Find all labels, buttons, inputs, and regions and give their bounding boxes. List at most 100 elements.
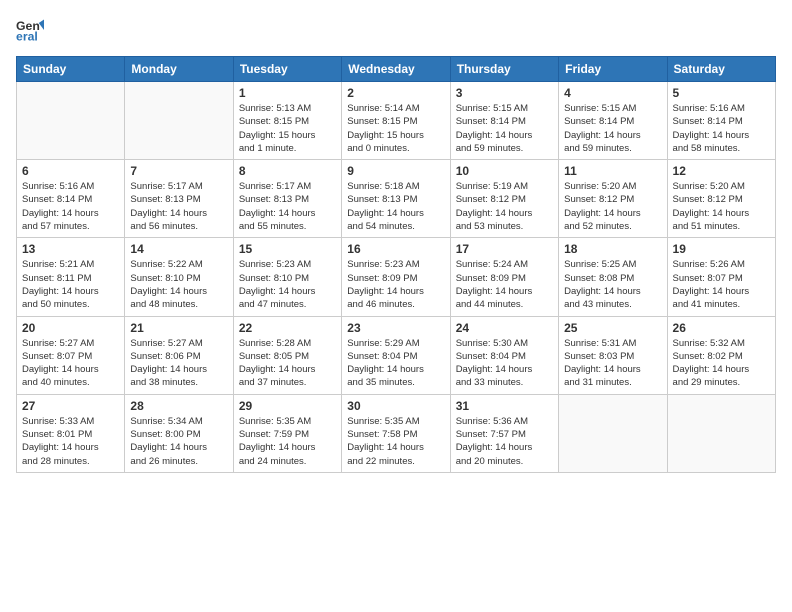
day-of-week-header: Saturday	[667, 57, 775, 82]
day-number: 28	[130, 399, 227, 413]
day-info: Sunrise: 5:18 AM Sunset: 8:13 PM Dayligh…	[347, 180, 444, 233]
day-info: Sunrise: 5:26 AM Sunset: 8:07 PM Dayligh…	[673, 258, 770, 311]
day-number: 9	[347, 164, 444, 178]
calendar-day-cell: 9 Sunrise: 5:18 AM Sunset: 8:13 PM Daylig…	[342, 160, 450, 238]
day-info: Sunrise: 5:15 AM Sunset: 8:14 PM Dayligh…	[564, 102, 661, 155]
day-info: Sunrise: 5:35 AM Sunset: 7:58 PM Dayligh…	[347, 415, 444, 468]
day-number: 29	[239, 399, 336, 413]
day-number: 5	[673, 86, 770, 100]
calendar-day-cell: 21 Sunrise: 5:27 AM Sunset: 8:06 PM Dayli…	[125, 316, 233, 394]
logo: Gen eral	[16, 16, 48, 44]
day-number: 19	[673, 242, 770, 256]
day-number: 17	[456, 242, 553, 256]
calendar-day-cell: 2Sunrise: 5:14 AM Sunset: 8:15 PM Daylig…	[342, 82, 450, 160]
day-info: Sunrise: 5:33 AM Sunset: 8:01 PM Dayligh…	[22, 415, 119, 468]
calendar-day-cell: 5 Sunrise: 5:16 AM Sunset: 8:14 PM Daylig…	[667, 82, 775, 160]
day-info: Sunrise: 5:24 AM Sunset: 8:09 PM Dayligh…	[456, 258, 553, 311]
day-info: Sunrise: 5:16 AM Sunset: 8:14 PM Dayligh…	[673, 102, 770, 155]
day-number: 14	[130, 242, 227, 256]
day-of-week-header: Thursday	[450, 57, 558, 82]
day-info: Sunrise: 5:34 AM Sunset: 8:00 PM Dayligh…	[130, 415, 227, 468]
calendar-day-cell: 22 Sunrise: 5:28 AM Sunset: 8:05 PM Dayli…	[233, 316, 341, 394]
calendar-day-cell: 27Sunrise: 5:33 AM Sunset: 8:01 PM Dayli…	[17, 394, 125, 472]
calendar-day-cell: 8 Sunrise: 5:17 AM Sunset: 8:13 PM Daylig…	[233, 160, 341, 238]
day-number: 16	[347, 242, 444, 256]
day-number: 12	[673, 164, 770, 178]
calendar-week-row: 27Sunrise: 5:33 AM Sunset: 8:01 PM Dayli…	[17, 394, 776, 472]
day-number: 20	[22, 321, 119, 335]
day-info: Sunrise: 5:17 AM Sunset: 8:13 PM Dayligh…	[130, 180, 227, 233]
day-info: Sunrise: 5:17 AM Sunset: 8:13 PM Dayligh…	[239, 180, 336, 233]
calendar-day-cell: 31 Sunrise: 5:36 AM Sunset: 7:57 PM Dayli…	[450, 394, 558, 472]
day-number: 13	[22, 242, 119, 256]
calendar-table: SundayMondayTuesdayWednesdayThursdayFrid…	[16, 56, 776, 473]
calendar-week-row: 20 Sunrise: 5:27 AM Sunset: 8:07 PM Dayli…	[17, 316, 776, 394]
day-info: Sunrise: 5:14 AM Sunset: 8:15 PM Dayligh…	[347, 102, 444, 155]
day-number: 3	[456, 86, 553, 100]
calendar-header-row: SundayMondayTuesdayWednesdayThursdayFrid…	[17, 57, 776, 82]
day-of-week-header: Friday	[559, 57, 667, 82]
day-number: 8	[239, 164, 336, 178]
day-info: Sunrise: 5:20 AM Sunset: 8:12 PM Dayligh…	[673, 180, 770, 233]
calendar-day-cell	[559, 394, 667, 472]
day-info: Sunrise: 5:28 AM Sunset: 8:05 PM Dayligh…	[239, 337, 336, 390]
day-number: 18	[564, 242, 661, 256]
day-number: 26	[673, 321, 770, 335]
calendar-day-cell: 17 Sunrise: 5:24 AM Sunset: 8:09 PM Dayli…	[450, 238, 558, 316]
day-number: 24	[456, 321, 553, 335]
calendar-day-cell: 24 Sunrise: 5:30 AM Sunset: 8:04 PM Dayli…	[450, 316, 558, 394]
day-number: 1	[239, 86, 336, 100]
calendar-week-row: 1 Sunrise: 5:13 AM Sunset: 8:15 PM Daylig…	[17, 82, 776, 160]
day-info: Sunrise: 5:30 AM Sunset: 8:04 PM Dayligh…	[456, 337, 553, 390]
calendar-day-cell: 25Sunrise: 5:31 AM Sunset: 8:03 PM Dayli…	[559, 316, 667, 394]
calendar-day-cell: 7 Sunrise: 5:17 AM Sunset: 8:13 PM Daylig…	[125, 160, 233, 238]
calendar-day-cell: 23Sunrise: 5:29 AM Sunset: 8:04 PM Dayli…	[342, 316, 450, 394]
day-info: Sunrise: 5:16 AM Sunset: 8:14 PM Dayligh…	[22, 180, 119, 233]
calendar-day-cell: 4 Sunrise: 5:15 AM Sunset: 8:14 PM Daylig…	[559, 82, 667, 160]
day-info: Sunrise: 5:29 AM Sunset: 8:04 PM Dayligh…	[347, 337, 444, 390]
day-of-week-header: Wednesday	[342, 57, 450, 82]
day-number: 7	[130, 164, 227, 178]
calendar-day-cell: 14 Sunrise: 5:22 AM Sunset: 8:10 PM Dayli…	[125, 238, 233, 316]
day-info: Sunrise: 5:27 AM Sunset: 8:06 PM Dayligh…	[130, 337, 227, 390]
day-info: Sunrise: 5:32 AM Sunset: 8:02 PM Dayligh…	[673, 337, 770, 390]
calendar-day-cell: 1 Sunrise: 5:13 AM Sunset: 8:15 PM Daylig…	[233, 82, 341, 160]
calendar-day-cell: 3 Sunrise: 5:15 AM Sunset: 8:14 PM Daylig…	[450, 82, 558, 160]
svg-text:eral: eral	[16, 30, 38, 44]
calendar-day-cell: 13Sunrise: 5:21 AM Sunset: 8:11 PM Dayli…	[17, 238, 125, 316]
calendar-day-cell: 29 Sunrise: 5:35 AM Sunset: 7:59 PM Dayli…	[233, 394, 341, 472]
calendar-day-cell: 15Sunrise: 5:23 AM Sunset: 8:10 PM Dayli…	[233, 238, 341, 316]
day-number: 10	[456, 164, 553, 178]
calendar-day-cell: 10 Sunrise: 5:19 AM Sunset: 8:12 PM Dayli…	[450, 160, 558, 238]
day-number: 31	[456, 399, 553, 413]
day-info: Sunrise: 5:36 AM Sunset: 7:57 PM Dayligh…	[456, 415, 553, 468]
calendar-day-cell: 26 Sunrise: 5:32 AM Sunset: 8:02 PM Dayli…	[667, 316, 775, 394]
day-info: Sunrise: 5:23 AM Sunset: 8:10 PM Dayligh…	[239, 258, 336, 311]
day-info: Sunrise: 5:13 AM Sunset: 8:15 PM Dayligh…	[239, 102, 336, 155]
logo-icon: Gen eral	[16, 16, 44, 44]
day-of-week-header: Sunday	[17, 57, 125, 82]
calendar-day-cell	[667, 394, 775, 472]
calendar-day-cell: 28 Sunrise: 5:34 AM Sunset: 8:00 PM Dayli…	[125, 394, 233, 472]
day-info: Sunrise: 5:19 AM Sunset: 8:12 PM Dayligh…	[456, 180, 553, 233]
calendar-day-cell: 19 Sunrise: 5:26 AM Sunset: 8:07 PM Dayli…	[667, 238, 775, 316]
day-number: 21	[130, 321, 227, 335]
day-info: Sunrise: 5:27 AM Sunset: 8:07 PM Dayligh…	[22, 337, 119, 390]
day-of-week-header: Monday	[125, 57, 233, 82]
day-info: Sunrise: 5:15 AM Sunset: 8:14 PM Dayligh…	[456, 102, 553, 155]
day-info: Sunrise: 5:20 AM Sunset: 8:12 PM Dayligh…	[564, 180, 661, 233]
day-number: 22	[239, 321, 336, 335]
calendar-day-cell	[125, 82, 233, 160]
calendar-day-cell: 16Sunrise: 5:23 AM Sunset: 8:09 PM Dayli…	[342, 238, 450, 316]
day-info: Sunrise: 5:25 AM Sunset: 8:08 PM Dayligh…	[564, 258, 661, 311]
page-header: Gen eral	[16, 16, 776, 44]
calendar-day-cell: 30Sunrise: 5:35 AM Sunset: 7:58 PM Dayli…	[342, 394, 450, 472]
day-number: 25	[564, 321, 661, 335]
calendar-day-cell	[17, 82, 125, 160]
day-info: Sunrise: 5:22 AM Sunset: 8:10 PM Dayligh…	[130, 258, 227, 311]
day-number: 11	[564, 164, 661, 178]
day-info: Sunrise: 5:35 AM Sunset: 7:59 PM Dayligh…	[239, 415, 336, 468]
calendar-day-cell: 12 Sunrise: 5:20 AM Sunset: 8:12 PM Dayli…	[667, 160, 775, 238]
calendar-day-cell: 18 Sunrise: 5:25 AM Sunset: 8:08 PM Dayli…	[559, 238, 667, 316]
day-number: 4	[564, 86, 661, 100]
